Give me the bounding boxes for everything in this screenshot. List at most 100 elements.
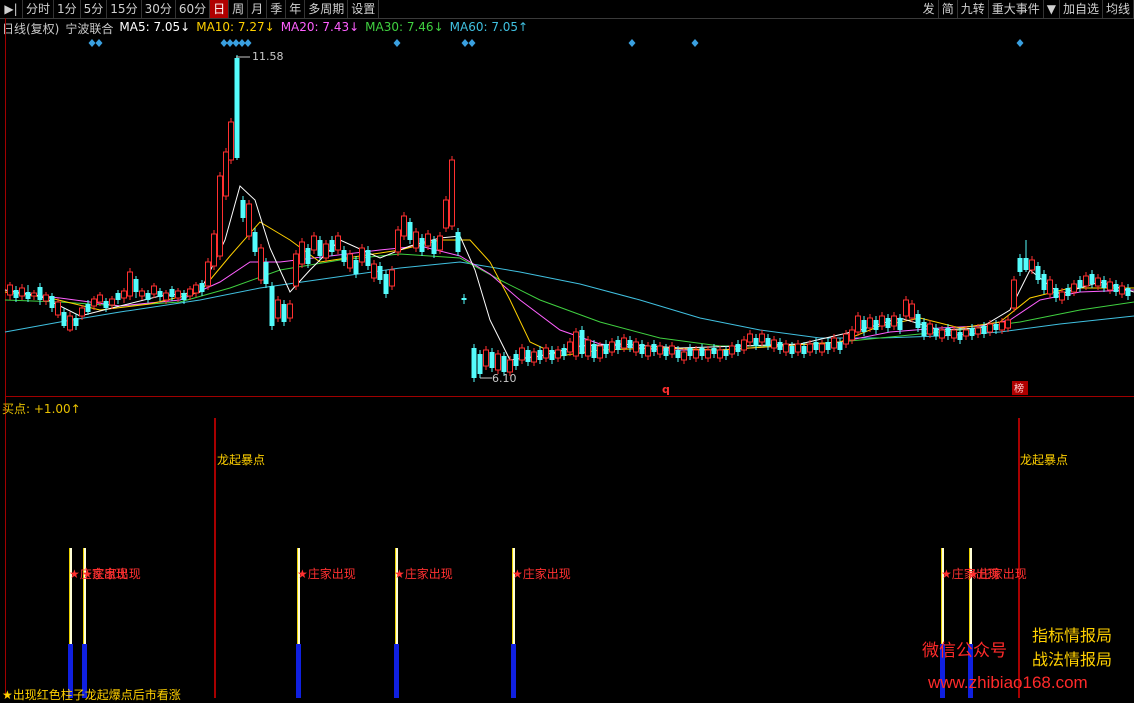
candle-body[interactable] <box>783 343 789 353</box>
candle-body[interactable] <box>413 231 419 249</box>
candle-body[interactable] <box>753 338 759 346</box>
candle-body[interactable] <box>987 323 993 333</box>
candle-body[interactable] <box>223 151 229 197</box>
bang-marker[interactable]: 榜 <box>1014 382 1024 395</box>
candle-body[interactable] <box>443 199 449 229</box>
candle-body[interactable] <box>585 339 591 357</box>
candle-body[interactable] <box>531 351 537 363</box>
candle-body[interactable] <box>813 342 819 350</box>
candle-body[interactable] <box>999 321 1005 331</box>
candle-body[interactable] <box>957 332 963 340</box>
candle-body[interactable] <box>1107 281 1113 291</box>
candle-body[interactable] <box>501 356 507 372</box>
candle-body[interactable] <box>1101 280 1107 288</box>
candle-body[interactable] <box>1005 319 1011 329</box>
candle-body[interactable] <box>401 215 407 237</box>
candle-body[interactable] <box>43 294 49 302</box>
candle-body[interactable] <box>513 354 519 366</box>
candle-body[interactable] <box>711 348 717 354</box>
candle-body[interactable] <box>275 299 281 319</box>
candle-body[interactable] <box>879 315 885 327</box>
q-marker[interactable]: q <box>662 383 670 396</box>
candle-body[interactable] <box>341 250 347 262</box>
candle-body[interactable] <box>849 329 855 341</box>
candle-body[interactable] <box>921 322 927 336</box>
candle-body[interactable] <box>927 323 933 335</box>
candle-body[interactable] <box>311 235 317 251</box>
candle-body[interactable] <box>263 262 269 284</box>
candle-body[interactable] <box>1053 288 1059 298</box>
candle-body[interactable] <box>240 200 246 218</box>
event-diamond-icon[interactable] <box>220 39 228 47</box>
candle-body[interactable] <box>49 296 55 308</box>
candle-body[interactable] <box>747 333 753 343</box>
candle-body[interactable] <box>61 312 67 326</box>
candle-body[interactable] <box>909 303 915 319</box>
candle-body[interactable] <box>1125 288 1131 296</box>
candle-body[interactable] <box>759 333 765 343</box>
candle-body[interactable] <box>885 318 891 328</box>
candle-body[interactable] <box>163 292 169 301</box>
candle-body[interactable] <box>425 233 431 247</box>
candle-body[interactable] <box>945 328 951 336</box>
candle-body[interactable] <box>1041 274 1047 290</box>
candle-body[interactable] <box>951 329 957 339</box>
candle-body[interactable] <box>79 307 85 317</box>
candle-body[interactable] <box>67 315 73 331</box>
candle-body[interactable] <box>293 253 299 287</box>
candle-body[interactable] <box>801 346 807 354</box>
candle-body[interactable] <box>13 290 19 298</box>
candle-body[interactable] <box>37 287 43 300</box>
candle-body[interactable] <box>651 344 657 352</box>
candle-body[interactable] <box>228 121 234 161</box>
candle-body[interactable] <box>175 290 181 299</box>
candle-body[interactable] <box>639 344 645 354</box>
candle-body[interactable] <box>891 315 897 327</box>
candle-body[interactable] <box>121 290 127 299</box>
candle-body[interactable] <box>843 333 849 345</box>
candle-body[interactable] <box>437 235 443 251</box>
candle-body[interactable] <box>609 341 615 353</box>
candle-body[interactable] <box>1113 284 1119 292</box>
event-diamond-icon[interactable] <box>226 39 234 47</box>
candle-body[interactable] <box>1029 259 1035 271</box>
candle-body[interactable] <box>353 260 359 274</box>
candle-body[interactable] <box>975 327 981 335</box>
candle-body[interactable] <box>597 345 603 359</box>
candle-body[interactable] <box>723 350 729 356</box>
candle-body[interactable] <box>489 352 495 368</box>
candle-body[interactable] <box>627 340 633 348</box>
event-diamond-icon[interactable] <box>244 39 252 47</box>
candle-body[interactable] <box>657 345 663 355</box>
candle-body[interactable] <box>365 250 371 266</box>
candle-body[interactable] <box>103 301 109 308</box>
candle-body[interactable] <box>765 338 771 346</box>
candle-body[interactable] <box>217 175 223 257</box>
candle-body[interactable] <box>861 320 867 332</box>
candle-body[interactable] <box>681 351 687 361</box>
candle-body[interactable] <box>687 348 693 356</box>
candle-body[interactable] <box>555 349 561 359</box>
event-diamond-icon[interactable] <box>393 39 401 47</box>
candle-body[interactable] <box>335 235 341 251</box>
candle-body[interactable] <box>873 320 879 330</box>
candle-body[interactable] <box>939 329 945 339</box>
candle-body[interactable] <box>669 345 675 355</box>
candle-body[interactable] <box>281 304 287 322</box>
candle-body[interactable] <box>7 284 13 296</box>
event-diamond-icon[interactable] <box>95 39 103 47</box>
candle-body[interactable] <box>795 343 801 353</box>
candle-body[interactable] <box>549 350 555 360</box>
candle-body[interactable] <box>717 349 723 359</box>
candle-body[interactable] <box>615 340 621 350</box>
candle-body[interactable] <box>139 290 145 297</box>
candle-body[interactable] <box>993 324 999 330</box>
candle-body[interactable] <box>525 350 531 362</box>
candle-body[interactable] <box>897 318 903 330</box>
candle-body[interactable] <box>371 263 377 279</box>
candle-body[interactable] <box>91 298 97 307</box>
candle-body[interactable] <box>855 315 861 333</box>
candle-body[interactable] <box>933 328 939 336</box>
candle-body[interactable] <box>205 261 211 287</box>
candle-body[interactable] <box>633 341 639 353</box>
